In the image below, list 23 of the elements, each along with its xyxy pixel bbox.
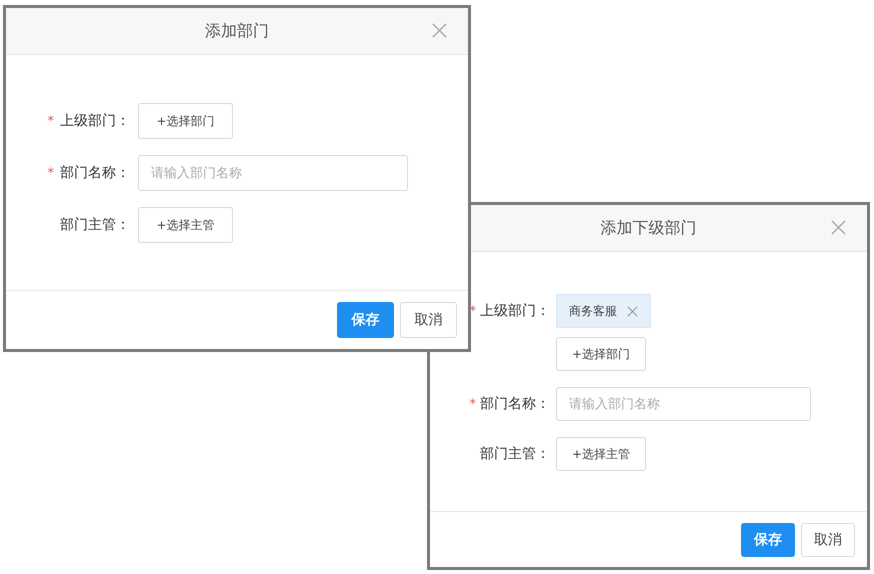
cancel-button[interactable]: 取消 [400,302,457,338]
required-asterisk: * [48,114,54,128]
input-field[interactable]: 请输入部门名称 [556,387,811,421]
remove-icon[interactable] [627,306,638,316]
select-button[interactable]: +选择部门 [138,103,233,139]
field-label: 部门主管： [480,445,550,463]
close-icon[interactable] [830,219,847,236]
tag-label: 商务客服 [569,302,617,320]
required-asterisk: * [470,396,476,412]
field-label: 上级部门： [60,112,130,130]
cancel-button[interactable]: 取消 [801,522,855,556]
input-field[interactable]: 请输入部门名称 [138,155,408,191]
select-button[interactable]: +选择主管 [138,207,233,243]
required-asterisk: * [48,166,54,180]
field-label: 部门名称： [480,395,550,413]
select-button[interactable]: +选择主管 [556,437,646,471]
field-label: 部门主管： [60,216,130,234]
field-label: 部门名称： [60,164,130,182]
close-icon[interactable] [431,22,448,39]
field-label: 上级部门： [480,302,550,320]
dialog-title: 添加下级部门 [600,218,696,238]
select-button[interactable]: +选择部门 [556,337,646,371]
dialog-title: 添加部门 [205,20,269,42]
